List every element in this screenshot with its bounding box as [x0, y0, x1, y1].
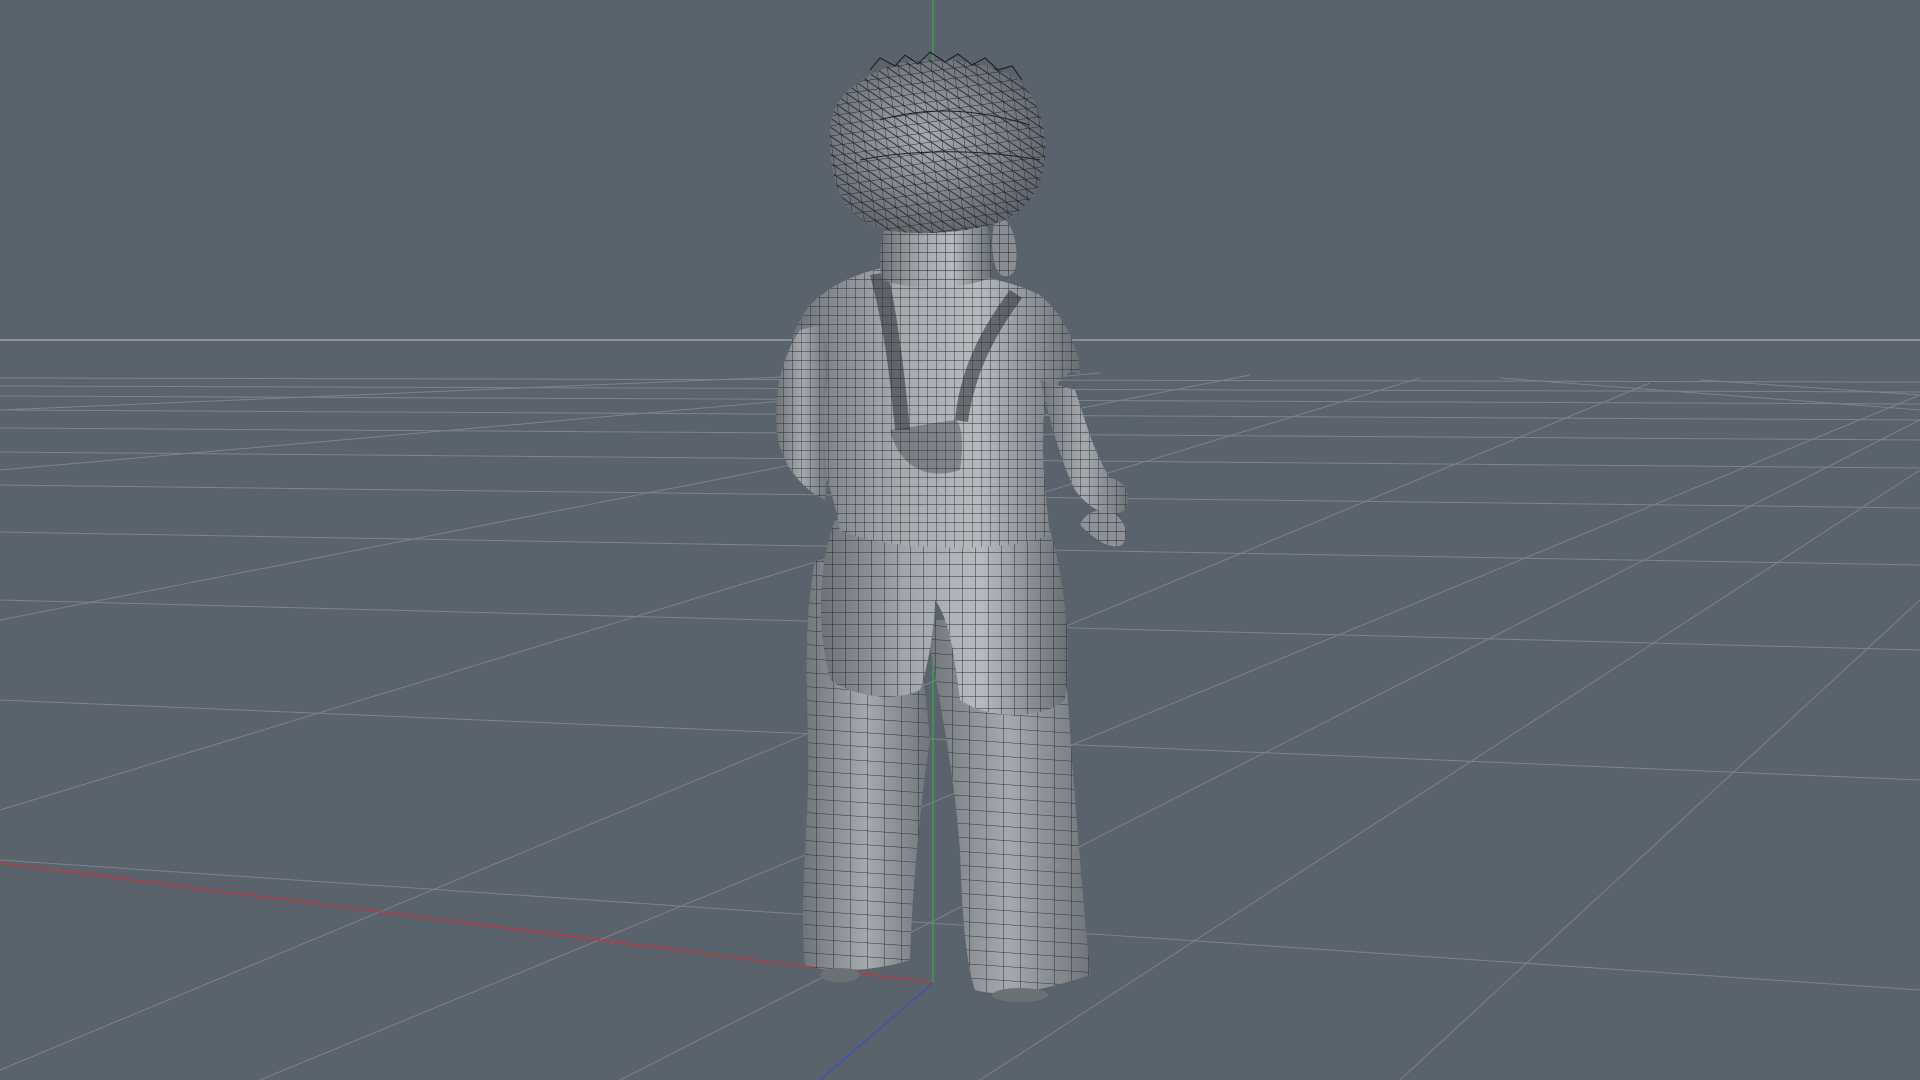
ear-mesh	[992, 215, 1017, 277]
right-arm-mesh	[1040, 380, 1128, 547]
character-mesh[interactable]	[776, 51, 1128, 1002]
viewport-canvas[interactable]	[0, 0, 1920, 1080]
x-axis-line	[0, 862, 934, 984]
3d-viewport[interactable]	[0, 0, 1920, 1080]
z-axis-line	[819, 982, 934, 1080]
head-hair-mesh	[829, 51, 1046, 234]
torso-mesh	[788, 265, 1081, 548]
left-arm-mesh	[776, 325, 829, 500]
